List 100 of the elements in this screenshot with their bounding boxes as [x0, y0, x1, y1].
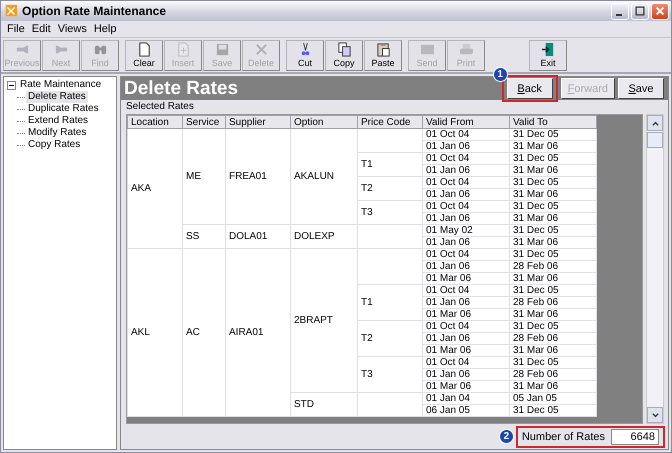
column-header[interactable]: Valid From: [422, 116, 510, 128]
header-button[interactable]: Save: [618, 78, 664, 99]
close-button[interactable]: [651, 2, 669, 20]
table-cell: 01 Jan 06: [422, 188, 510, 200]
field-label: Number of Rates: [522, 430, 605, 442]
table-cell: 31 Dec 05: [510, 224, 596, 236]
column-header[interactable]: Option: [290, 116, 358, 128]
table-cell: 31 Mar 06: [510, 212, 596, 224]
table-cell: 31 Dec 05: [510, 128, 596, 140]
table-cell: 01 Jan 06: [422, 332, 510, 344]
table-cell: T1: [358, 284, 422, 320]
page-plus-icon: [176, 42, 190, 56]
table-cell: 31 Dec 05: [510, 284, 596, 296]
menu-item[interactable]: Edit: [30, 23, 56, 35]
window-title: Option Rate Maintenance: [22, 4, 168, 18]
tree-item[interactable]: Extend Rates: [26, 115, 90, 127]
menu-item[interactable]: Views: [56, 23, 92, 35]
vertical-scrollbar[interactable]: [646, 114, 664, 424]
table-cell: 28 Feb 06: [510, 296, 596, 308]
column-header[interactable]: Price Code: [358, 116, 422, 128]
table-cell: T2: [358, 320, 422, 356]
column-header[interactable]: Location: [128, 116, 182, 128]
toolbar-button[interactable]: Cut: [286, 40, 324, 70]
table-cell: 01 Jan 06: [422, 212, 510, 224]
table-cell: 01 Jan 06: [422, 140, 510, 152]
table-cell: T2: [358, 176, 422, 200]
table-cell: 01 Oct 04: [422, 248, 510, 260]
callout-badge: 2: [498, 429, 514, 444]
table-cell: 01 Mar 06: [422, 380, 510, 392]
maximize-button[interactable]: [631, 2, 649, 20]
table-cell: AC: [182, 248, 226, 416]
tree-item[interactable]: Rate Maintenance: [18, 79, 104, 91]
table-cell: 01 Oct 04: [422, 128, 510, 140]
table-cell: 2BRAPT: [290, 248, 358, 392]
table-cell: 31 Dec 05: [510, 176, 596, 188]
table-cell: ME: [182, 128, 226, 224]
table-cell: 31 Mar 06: [510, 236, 596, 248]
toolbar-button[interactable]: Copy: [325, 40, 363, 70]
column-header[interactable]: Service: [182, 116, 226, 128]
menu-item[interactable]: File: [5, 23, 30, 35]
table-cell: 06 Jan 05: [422, 404, 510, 416]
scroll-thumb[interactable]: [647, 132, 663, 148]
table-cell: 01 Jan 06: [422, 260, 510, 272]
table-cell: 31 Dec 05: [510, 356, 596, 368]
table-cell: 01 Jan 06: [422, 296, 510, 308]
expander-icon[interactable]: [7, 80, 16, 90]
door-exit-icon: [540, 42, 556, 56]
table-cell: SS: [182, 224, 226, 248]
table-cell: T1: [358, 152, 422, 176]
cross-icon: [254, 42, 268, 56]
rate-count-field[interactable]: 6648: [611, 428, 659, 444]
table-cell: 01 Jan 06: [422, 368, 510, 380]
table-cell: 28 Feb 06: [510, 332, 596, 344]
table-cell: 01 Oct 04: [422, 284, 510, 296]
table-cell: 31 Mar 06: [510, 140, 596, 152]
toolbar-button[interactable]: Paste: [364, 40, 402, 70]
table-cell: STD: [290, 392, 358, 416]
table-cell: AKL: [128, 248, 182, 416]
toolbar-button[interactable]: Exit: [529, 40, 567, 70]
maximize-icon: [634, 5, 646, 17]
menu-item[interactable]: Help: [92, 23, 122, 35]
header-button[interactable]: Back: [506, 78, 553, 99]
clipboard-icon: [376, 42, 390, 56]
table-cell: T3: [358, 200, 422, 224]
table-cell: 31 Dec 05: [510, 152, 596, 164]
column-header[interactable]: Valid To: [510, 116, 596, 128]
table-cell: 05 Jan 05: [510, 392, 596, 404]
section-label: Selected Rates: [125, 100, 195, 114]
tree-item[interactable]: Modify Rates: [26, 127, 88, 139]
table-cell: AKA: [128, 128, 182, 248]
table-cell: 01 Mar 06: [422, 308, 510, 320]
table-cell: AKALUN: [290, 128, 358, 224]
table-cell: DOLA01: [226, 224, 290, 248]
blank-page-icon: [136, 42, 152, 56]
table-cell: 28 Feb 06: [510, 260, 596, 272]
tree-item[interactable]: Duplicate Rates: [26, 103, 101, 115]
close-icon: [654, 5, 666, 17]
minimize-icon: [616, 14, 622, 16]
scroll-down-button[interactable]: [647, 407, 663, 423]
table-cell: 31 Mar 06: [510, 380, 596, 392]
table-cell: T3: [358, 356, 422, 392]
table-cell: 31 Dec 05: [510, 200, 596, 212]
scroll-up-button[interactable]: [647, 115, 663, 131]
copy-icon: [336, 42, 352, 56]
table-cell: 31 Mar 06: [510, 164, 596, 176]
table-cell: 31 Mar 06: [510, 188, 596, 200]
table-cell: DOLEXP: [290, 224, 358, 248]
table-cell: AIRA01: [226, 248, 290, 416]
table-cell: 31 Dec 05: [510, 248, 596, 260]
table-cell: 01 Oct 04: [422, 176, 510, 188]
tree-item[interactable]: Copy Rates: [26, 139, 82, 151]
table-cell: 28 Feb 06: [510, 368, 596, 380]
toolbar-button[interactable]: Clear: [125, 40, 163, 70]
table-cell: 01 May 02: [422, 224, 510, 236]
minimize-button[interactable]: [611, 2, 629, 20]
table-cell: 01 Mar 06: [422, 272, 510, 284]
tree-item[interactable]: Delete Rates: [26, 91, 88, 103]
table-cell: 01 Jan 06: [422, 236, 510, 248]
column-header[interactable]: Supplier: [226, 116, 290, 128]
table-cell: FREA01: [226, 128, 290, 224]
